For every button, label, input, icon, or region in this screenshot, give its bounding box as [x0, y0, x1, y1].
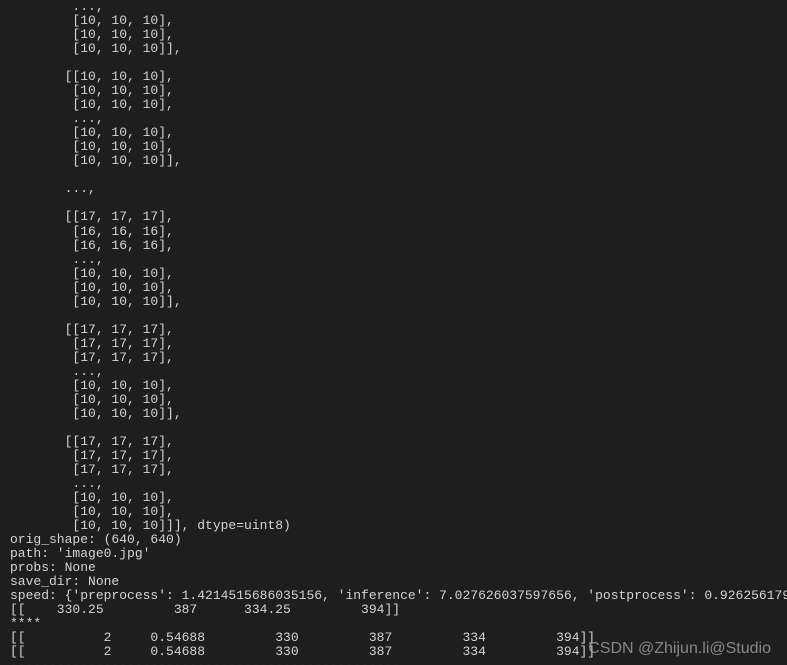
terminal-output[interactable]: ..., [10, 10, 10], [10, 10, 10], [10, 10… — [0, 0, 787, 665]
